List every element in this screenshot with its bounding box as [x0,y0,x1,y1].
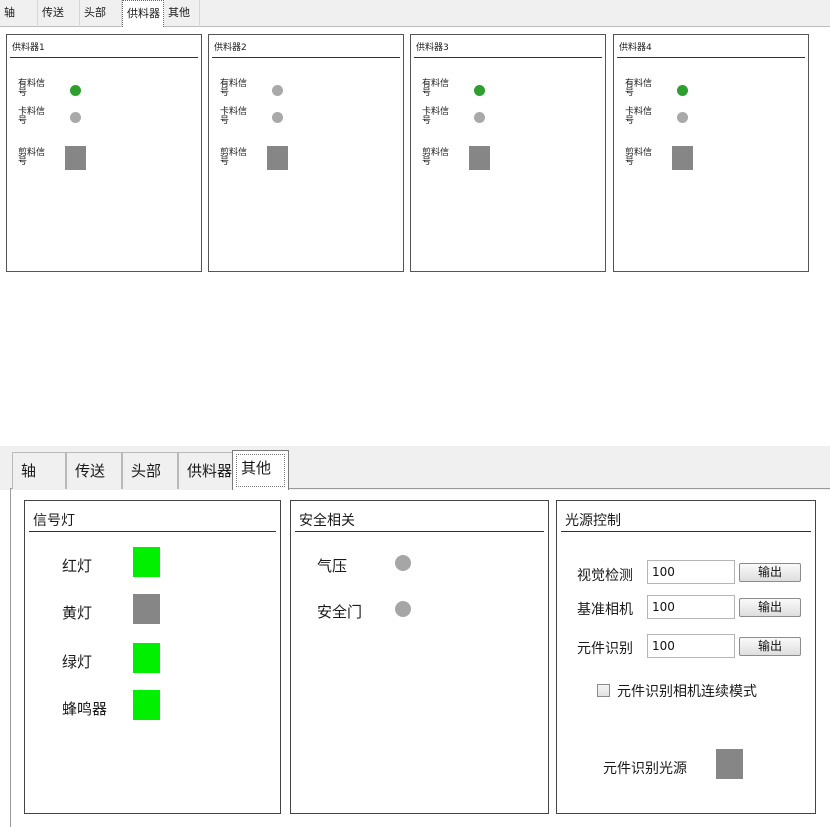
component-recognition-output-button[interactable]: 输出 [739,637,801,656]
card-material-indicator [272,112,283,123]
cut-material-indicator [672,146,693,170]
feeder-title: 供料器1 [12,43,45,53]
top-tab-axis[interactable]: 轴 [0,0,38,27]
red-light-label: 红灯 [62,557,93,575]
component-recognition-input[interactable] [647,634,735,658]
feeder-divider [617,57,805,58]
feeder-panel-4: 供料器4 有料信号卡料信号剪料信号 [613,34,809,272]
has-material-indicator [272,85,283,96]
top-tab-other[interactable]: 其他 [164,0,200,27]
component-recognition-label: 元件识别 [577,641,633,657]
cut-material-label: 剪料信号 [625,148,653,167]
cut-material-label: 剪料信号 [18,148,46,167]
tab-label: 头部 [84,6,106,19]
cut-material-indicator [267,146,288,170]
has-material-indicator [474,85,485,96]
buzzer-label: 蜂鸣器 [62,700,108,718]
panel-title: 安全相关 [299,513,355,529]
reference-camera-output-button[interactable]: 输出 [739,598,801,617]
cut-material-indicator [469,146,490,170]
bottom-tab-head[interactable]: 头部 [122,452,178,489]
red-light-indicator [133,547,160,577]
buzzer-indicator [133,690,160,720]
signal-lights-panel: 信号灯 红灯 黄灯 绿灯 蜂鸣器 [24,500,281,814]
light-control-panel: 光源控制 视觉检测 输出 基准相机 输出 元件识别 输出 元件识别相机连续模式 … [556,500,816,814]
card-material-label: 卡料信号 [220,107,248,126]
card-material-indicator [677,112,688,123]
tab-label: 头部 [131,462,162,480]
tab-label: 供料器 [127,7,160,20]
yellow-light-indicator [133,594,160,624]
tab-label: 传送 [75,462,106,480]
green-light-label: 绿灯 [62,653,93,671]
bottom-tab-other[interactable]: 其他 [232,450,289,490]
tab-label: 其他 [168,6,190,19]
tab-label: 供料器 [187,462,233,480]
focus-outline [236,454,285,487]
feeder-title: 供料器4 [619,43,652,53]
continuous-mode-checkbox[interactable] [597,684,610,697]
safety-door-indicator [395,601,411,617]
safety-door-label: 安全门 [317,603,363,621]
feeder-panel-3: 供料器3 有料信号卡料信号剪料信号 [410,34,606,272]
cut-material-indicator [65,146,86,170]
safety-panel: 安全相关 气压 安全门 [290,500,549,814]
has-material-indicator [70,85,81,96]
cut-material-label: 剪料信号 [422,148,450,167]
vision-check-label: 视觉检测 [577,568,633,584]
reference-camera-label: 基准相机 [577,602,633,618]
card-material-indicator [474,112,485,123]
feeder-panel-1: 供料器1 有料信号卡料信号剪料信号 [6,34,202,272]
tab-label: 轴 [21,462,37,480]
continuous-mode-label[interactable]: 元件识别相机连续模式 [617,681,757,701]
tab-label: 轴 [4,6,15,19]
component-light-source-label: 元件识别光源 [603,761,687,777]
yellow-light-label: 黄灯 [62,604,93,622]
top-tab-head[interactable]: 头部 [80,0,122,27]
bottom-tab-feeder[interactable]: 供料器 [178,452,233,489]
panel-divider [295,531,544,532]
green-light-indicator [133,643,160,673]
card-material-label: 卡料信号 [422,107,450,126]
air-pressure-label: 气压 [317,557,348,575]
vision-check-input[interactable] [647,560,735,584]
panel-title: 信号灯 [33,513,75,529]
feeder-divider [10,57,198,58]
card-material-indicator [70,112,81,123]
feeder-title: 供料器2 [214,43,247,53]
card-material-label: 卡料信号 [625,107,653,126]
bottom-tab-transfer[interactable]: 传送 [66,452,122,489]
bottom-tab-axis[interactable]: 轴 [12,452,66,489]
reference-camera-input[interactable] [647,595,735,619]
has-material-indicator [677,85,688,96]
feeder-title: 供料器3 [416,43,449,53]
has-material-label: 有料信号 [625,79,653,98]
panel-divider [561,531,811,532]
top-tab-transfer[interactable]: 传送 [38,0,80,27]
component-light-source-indicator [716,749,743,779]
panel-title: 光源控制 [565,513,621,529]
has-material-label: 有料信号 [18,79,46,98]
feeder-divider [414,57,602,58]
panel-divider [29,531,276,532]
air-pressure-indicator [395,555,411,571]
feeder-divider [212,57,400,58]
has-material-label: 有料信号 [220,79,248,98]
tab-label: 传送 [42,6,64,19]
has-material-label: 有料信号 [422,79,450,98]
top-tab-feeder[interactable]: 供料器 [122,0,164,27]
vision-check-output-button[interactable]: 输出 [739,563,801,582]
card-material-label: 卡料信号 [18,107,46,126]
feeder-panel-2: 供料器2 有料信号卡料信号剪料信号 [208,34,404,272]
cut-material-label: 剪料信号 [220,148,248,167]
